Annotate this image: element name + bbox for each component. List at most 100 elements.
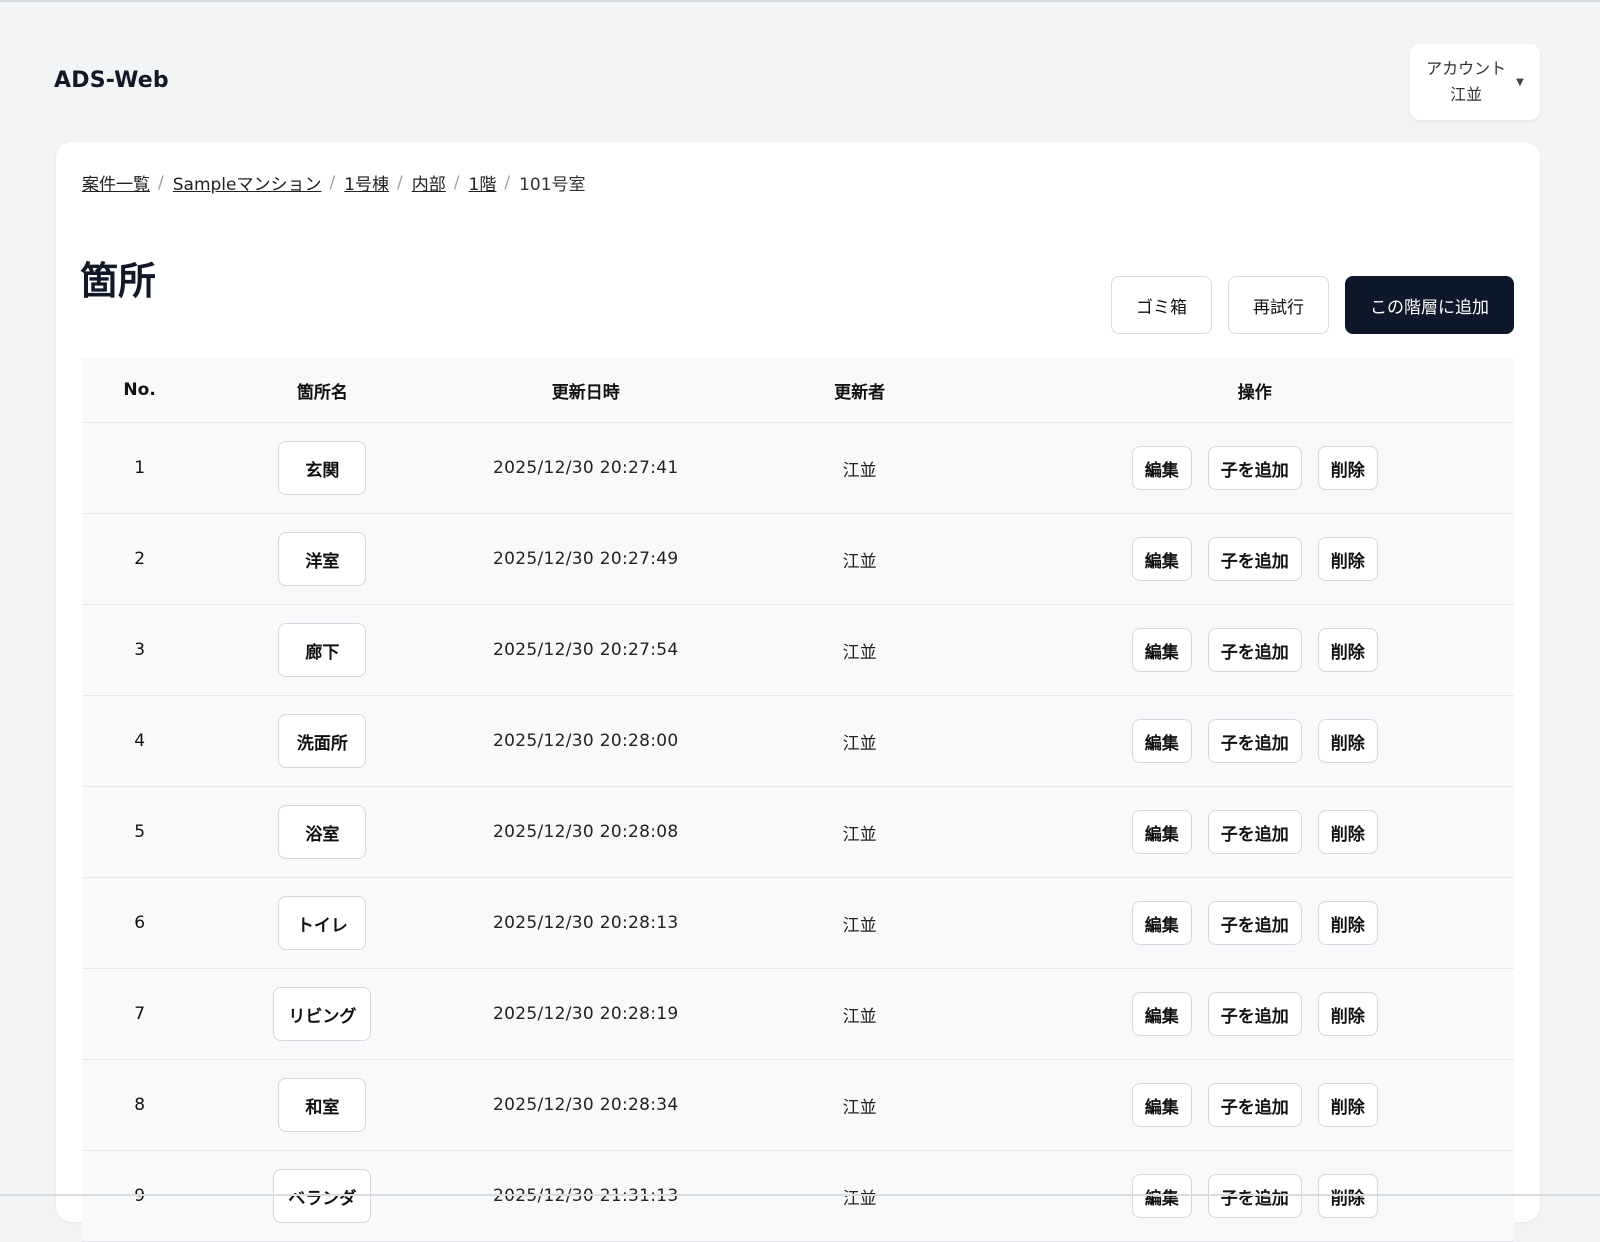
table-row: 9 ベランダ 2025/12/30 21:31:13 江並 編集 子を追加 削除 bbox=[82, 1150, 1514, 1242]
account-user-name: 江並 bbox=[1450, 85, 1483, 104]
row-updated-by: 江並 bbox=[723, 695, 996, 787]
row-updated-by: 江並 bbox=[723, 877, 996, 969]
edit-button[interactable]: 編集 bbox=[1131, 628, 1192, 672]
account-menu-button[interactable]: アカウント 江並 ▼ bbox=[1410, 44, 1540, 120]
location-name-button[interactable]: 玄関 bbox=[278, 441, 367, 495]
row-name-cell: トイレ bbox=[197, 877, 448, 969]
table-row: 8 和室 2025/12/30 20:28:34 江並 編集 子を追加 削除 bbox=[82, 1059, 1514, 1151]
column-header-updated-by: 更新者 bbox=[723, 358, 996, 423]
row-updated-by: 江並 bbox=[723, 968, 996, 1060]
row-no: 4 bbox=[82, 695, 198, 787]
edit-button[interactable]: 編集 bbox=[1131, 901, 1192, 945]
row-no: 7 bbox=[82, 968, 198, 1060]
location-name-button[interactable]: 洋室 bbox=[278, 532, 367, 586]
row-updated-by: 江並 bbox=[723, 604, 996, 696]
row-name-cell: 和室 bbox=[197, 1059, 448, 1151]
row-updated-at: 2025/12/30 20:28:19 bbox=[447, 968, 724, 1060]
delete-button[interactable]: 削除 bbox=[1317, 1083, 1378, 1127]
row-name-cell: 廊下 bbox=[197, 604, 448, 696]
row-ops-cell: 編集 子を追加 削除 bbox=[995, 877, 1514, 969]
breadcrumb-link[interactable]: 1号棟 bbox=[344, 170, 389, 195]
breadcrumb-link[interactable]: Sampleマンション bbox=[173, 170, 322, 195]
add-child-button[interactable]: 子を追加 bbox=[1207, 719, 1302, 763]
add-child-button[interactable]: 子を追加 bbox=[1207, 992, 1302, 1036]
delete-button[interactable]: 削除 bbox=[1317, 992, 1378, 1036]
delete-button[interactable]: 削除 bbox=[1317, 810, 1378, 854]
column-header-ops: 操作 bbox=[995, 358, 1514, 423]
location-name-button[interactable]: 浴室 bbox=[278, 805, 367, 859]
add-child-button[interactable]: 子を追加 bbox=[1207, 1174, 1302, 1218]
trash-button[interactable]: ゴミ箱 bbox=[1111, 276, 1212, 334]
edit-button[interactable]: 編集 bbox=[1131, 446, 1192, 490]
row-name-cell: 玄関 bbox=[197, 422, 448, 514]
delete-button[interactable]: 削除 bbox=[1317, 446, 1378, 490]
row-ops-cell: 編集 子を追加 削除 bbox=[995, 968, 1514, 1060]
bottom-divider bbox=[0, 1194, 1600, 1196]
add-child-button[interactable]: 子を追加 bbox=[1207, 446, 1302, 490]
retry-button[interactable]: 再試行 bbox=[1228, 276, 1329, 334]
table-row: 3 廊下 2025/12/30 20:27:54 江並 編集 子を追加 削除 bbox=[82, 604, 1514, 696]
row-actions: 編集 子を追加 削除 bbox=[1131, 992, 1378, 1036]
row-updated-at: 2025/12/30 20:27:54 bbox=[447, 604, 724, 696]
breadcrumb-link[interactable]: 案件一覧 bbox=[82, 170, 150, 195]
table-body: 1 玄関 2025/12/30 20:27:41 江並 編集 子を追加 削除 2 洋室 2025/… bbox=[82, 422, 1514, 1242]
edit-button[interactable]: 編集 bbox=[1131, 537, 1192, 581]
edit-button[interactable]: 編集 bbox=[1131, 1083, 1192, 1127]
location-name-button[interactable]: 和室 bbox=[278, 1078, 367, 1132]
add-child-button[interactable]: 子を追加 bbox=[1207, 537, 1302, 581]
edit-button[interactable]: 編集 bbox=[1131, 992, 1192, 1036]
row-no: 8 bbox=[82, 1059, 198, 1151]
row-updated-at: 2025/12/30 20:28:34 bbox=[447, 1059, 724, 1151]
delete-button[interactable]: 削除 bbox=[1317, 537, 1378, 581]
edit-button[interactable]: 編集 bbox=[1131, 810, 1192, 854]
row-actions: 編集 子を追加 削除 bbox=[1131, 1174, 1378, 1218]
add-child-button[interactable]: 子を追加 bbox=[1207, 810, 1302, 854]
add-to-level-button[interactable]: この階層に追加 bbox=[1345, 276, 1514, 334]
edit-button[interactable]: 編集 bbox=[1131, 1174, 1192, 1218]
table-row: 7 リビング 2025/12/30 20:28:19 江並 編集 子を追加 削除 bbox=[82, 968, 1514, 1060]
row-ops-cell: 編集 子を追加 削除 bbox=[995, 786, 1514, 878]
table-row: 1 玄関 2025/12/30 20:27:41 江並 編集 子を追加 削除 bbox=[82, 422, 1514, 514]
breadcrumb-separator: / bbox=[158, 172, 164, 193]
row-ops-cell: 編集 子を追加 削除 bbox=[995, 695, 1514, 787]
edit-button[interactable]: 編集 bbox=[1131, 719, 1192, 763]
delete-button[interactable]: 削除 bbox=[1317, 901, 1378, 945]
table-header-row: No. 箇所名 更新日時 更新者 操作 bbox=[82, 358, 1514, 423]
row-ops-cell: 編集 子を追加 削除 bbox=[995, 1059, 1514, 1151]
row-actions: 編集 子を追加 削除 bbox=[1131, 810, 1378, 854]
row-no: 6 bbox=[82, 877, 198, 969]
row-ops-cell: 編集 子を追加 削除 bbox=[995, 1150, 1514, 1242]
page-title: 箇所 bbox=[80, 259, 157, 303]
breadcrumb-separator: / bbox=[453, 172, 460, 193]
breadcrumb-link[interactable]: 内部 bbox=[412, 170, 446, 195]
row-updated-at: 2025/12/30 20:27:49 bbox=[447, 513, 724, 605]
row-no: 5 bbox=[82, 786, 198, 878]
main-card: 案件一覧 / Sampleマンション / 1号棟 / 内部 / 1階 / 101号室 箇所… bbox=[56, 142, 1540, 1242]
breadcrumb-separator: / bbox=[504, 172, 511, 193]
breadcrumb-separator: / bbox=[329, 172, 336, 193]
breadcrumb-link[interactable]: 1階 bbox=[469, 170, 497, 195]
table-row: 5 浴室 2025/12/30 20:28:08 江並 編集 子を追加 削除 bbox=[82, 786, 1514, 878]
row-ops-cell: 編集 子を追加 削除 bbox=[995, 513, 1514, 605]
location-name-button[interactable]: 廊下 bbox=[278, 623, 367, 677]
delete-button[interactable]: 削除 bbox=[1317, 628, 1378, 672]
add-child-button[interactable]: 子を追加 bbox=[1207, 628, 1302, 672]
row-no: 9 bbox=[82, 1150, 198, 1242]
chevron-down-icon: ▼ bbox=[1516, 76, 1524, 88]
location-name-button[interactable]: リビング bbox=[273, 987, 372, 1041]
row-name-cell: 洗面所 bbox=[197, 695, 448, 787]
delete-button[interactable]: 削除 bbox=[1317, 719, 1378, 763]
column-header-name: 箇所名 bbox=[197, 358, 448, 423]
location-name-button[interactable]: トイレ bbox=[278, 896, 367, 950]
location-name-button[interactable]: ベランダ bbox=[273, 1169, 372, 1223]
breadcrumb-separator: / bbox=[397, 172, 403, 193]
app-brand: ADS-Web bbox=[54, 68, 169, 93]
breadcrumb-current: 101号室 bbox=[519, 175, 586, 195]
add-child-button[interactable]: 子を追加 bbox=[1207, 1083, 1302, 1127]
location-name-button[interactable]: 洗面所 bbox=[278, 714, 367, 768]
delete-button[interactable]: 削除 bbox=[1317, 1174, 1378, 1218]
row-actions: 編集 子を追加 削除 bbox=[1131, 446, 1378, 490]
add-child-button[interactable]: 子を追加 bbox=[1207, 901, 1302, 945]
account-label: アカウント bbox=[1426, 59, 1507, 78]
row-actions: 編集 子を追加 削除 bbox=[1131, 628, 1378, 672]
